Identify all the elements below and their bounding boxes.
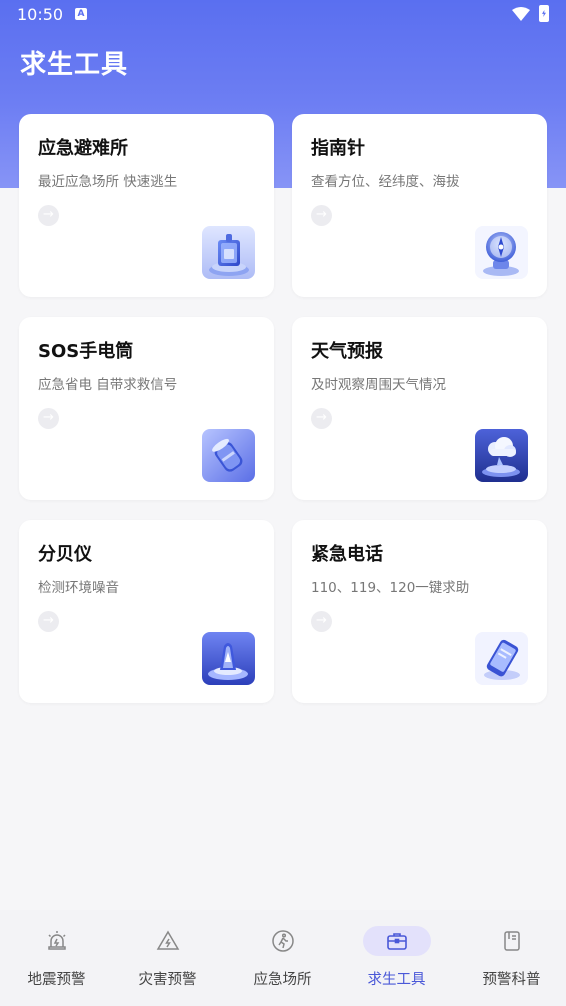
tool-card-shelter[interactable]: 应急避难所 最近应急场所 快速逃生 → [19,114,274,297]
nav-item-disaster-warning[interactable]: 灾害预警 [111,910,224,1006]
card-description: 110、119、120一键求助 [311,580,470,596]
page-title: 求生工具 [20,50,129,80]
arrow-right-icon[interactable]: → [38,205,59,226]
card-title: SOS手电筒 [38,341,134,362]
notification-icon: A [75,8,87,20]
book-icon [503,931,520,951]
arrow-right-icon[interactable]: → [311,611,332,632]
nav-icon-container [23,926,91,956]
tool-card-sos-flashlight[interactable]: SOS手电筒 应急省电 自带求救信号 → [19,317,274,500]
status-time: 10:50 [17,5,64,24]
card-description: 及时观察周围天气情况 [311,377,446,393]
wifi-icon [512,7,530,21]
nav-label: 灾害预警 [138,972,197,988]
nav-icon-container [478,926,546,956]
status-bar: 10:50 A [0,0,566,30]
nav-item-emergency-places[interactable]: 应急场所 [226,910,339,1006]
card-title: 天气预报 [311,341,383,362]
card-title: 分贝仪 [38,544,92,565]
warning-triangle-icon [156,930,179,950]
phone-3d-icon [475,632,528,685]
tool-card-compass[interactable]: 指南针 查看方位、经纬度、海拔 → [292,114,547,297]
nav-icon-container [249,926,317,956]
nav-label: 预警科普 [482,972,541,988]
card-description: 检测环境噪音 [38,580,119,596]
nav-label-active: 求生工具 [367,972,426,988]
decibel-meter-3d-icon [202,632,255,685]
nav-item-warning-science[interactable]: 预警科普 [455,910,566,1006]
weather-3d-icon [475,429,528,482]
battery-icon [539,5,549,22]
arrow-right-icon[interactable]: → [38,611,59,632]
card-title: 紧急电话 [311,544,383,565]
bottom-navigation: 地震预警 灾害预警 应急场所 求生工具 预警科普 [0,910,566,1006]
tool-card-weather[interactable]: 天气预报 及时观察周围天气情况 → [292,317,547,500]
nav-item-survival-tools[interactable]: 求生工具 [340,910,453,1006]
nav-icon-container [134,926,202,956]
toolbox-icon [386,933,407,950]
card-title: 应急避难所 [38,138,128,159]
card-description: 最近应急场所 快速逃生 [38,174,178,190]
compass-3d-icon [475,226,528,279]
arrow-right-icon[interactable]: → [311,408,332,429]
flashlight-3d-icon [202,429,255,482]
person-walking-icon [271,930,294,952]
card-description: 查看方位、经纬度、海拔 [311,174,460,190]
card-description: 应急省电 自带求救信号 [38,377,178,393]
alarm-light-icon [47,931,66,950]
nav-icon-container-active [362,926,431,956]
nav-label: 地震预警 [27,972,86,988]
shelter-3d-icon [202,226,255,279]
arrow-right-icon[interactable]: → [38,408,59,429]
tool-card-decibel-meter[interactable]: 分贝仪 检测环境噪音 → [19,520,274,703]
nav-item-earthquake-warning[interactable]: 地震预警 [0,910,113,1006]
arrow-right-icon[interactable]: → [311,205,332,226]
nav-label: 应急场所 [253,972,312,988]
card-title: 指南针 [311,138,365,159]
tool-card-emergency-call[interactable]: 紧急电话 110、119、120一键求助 → [292,520,547,703]
